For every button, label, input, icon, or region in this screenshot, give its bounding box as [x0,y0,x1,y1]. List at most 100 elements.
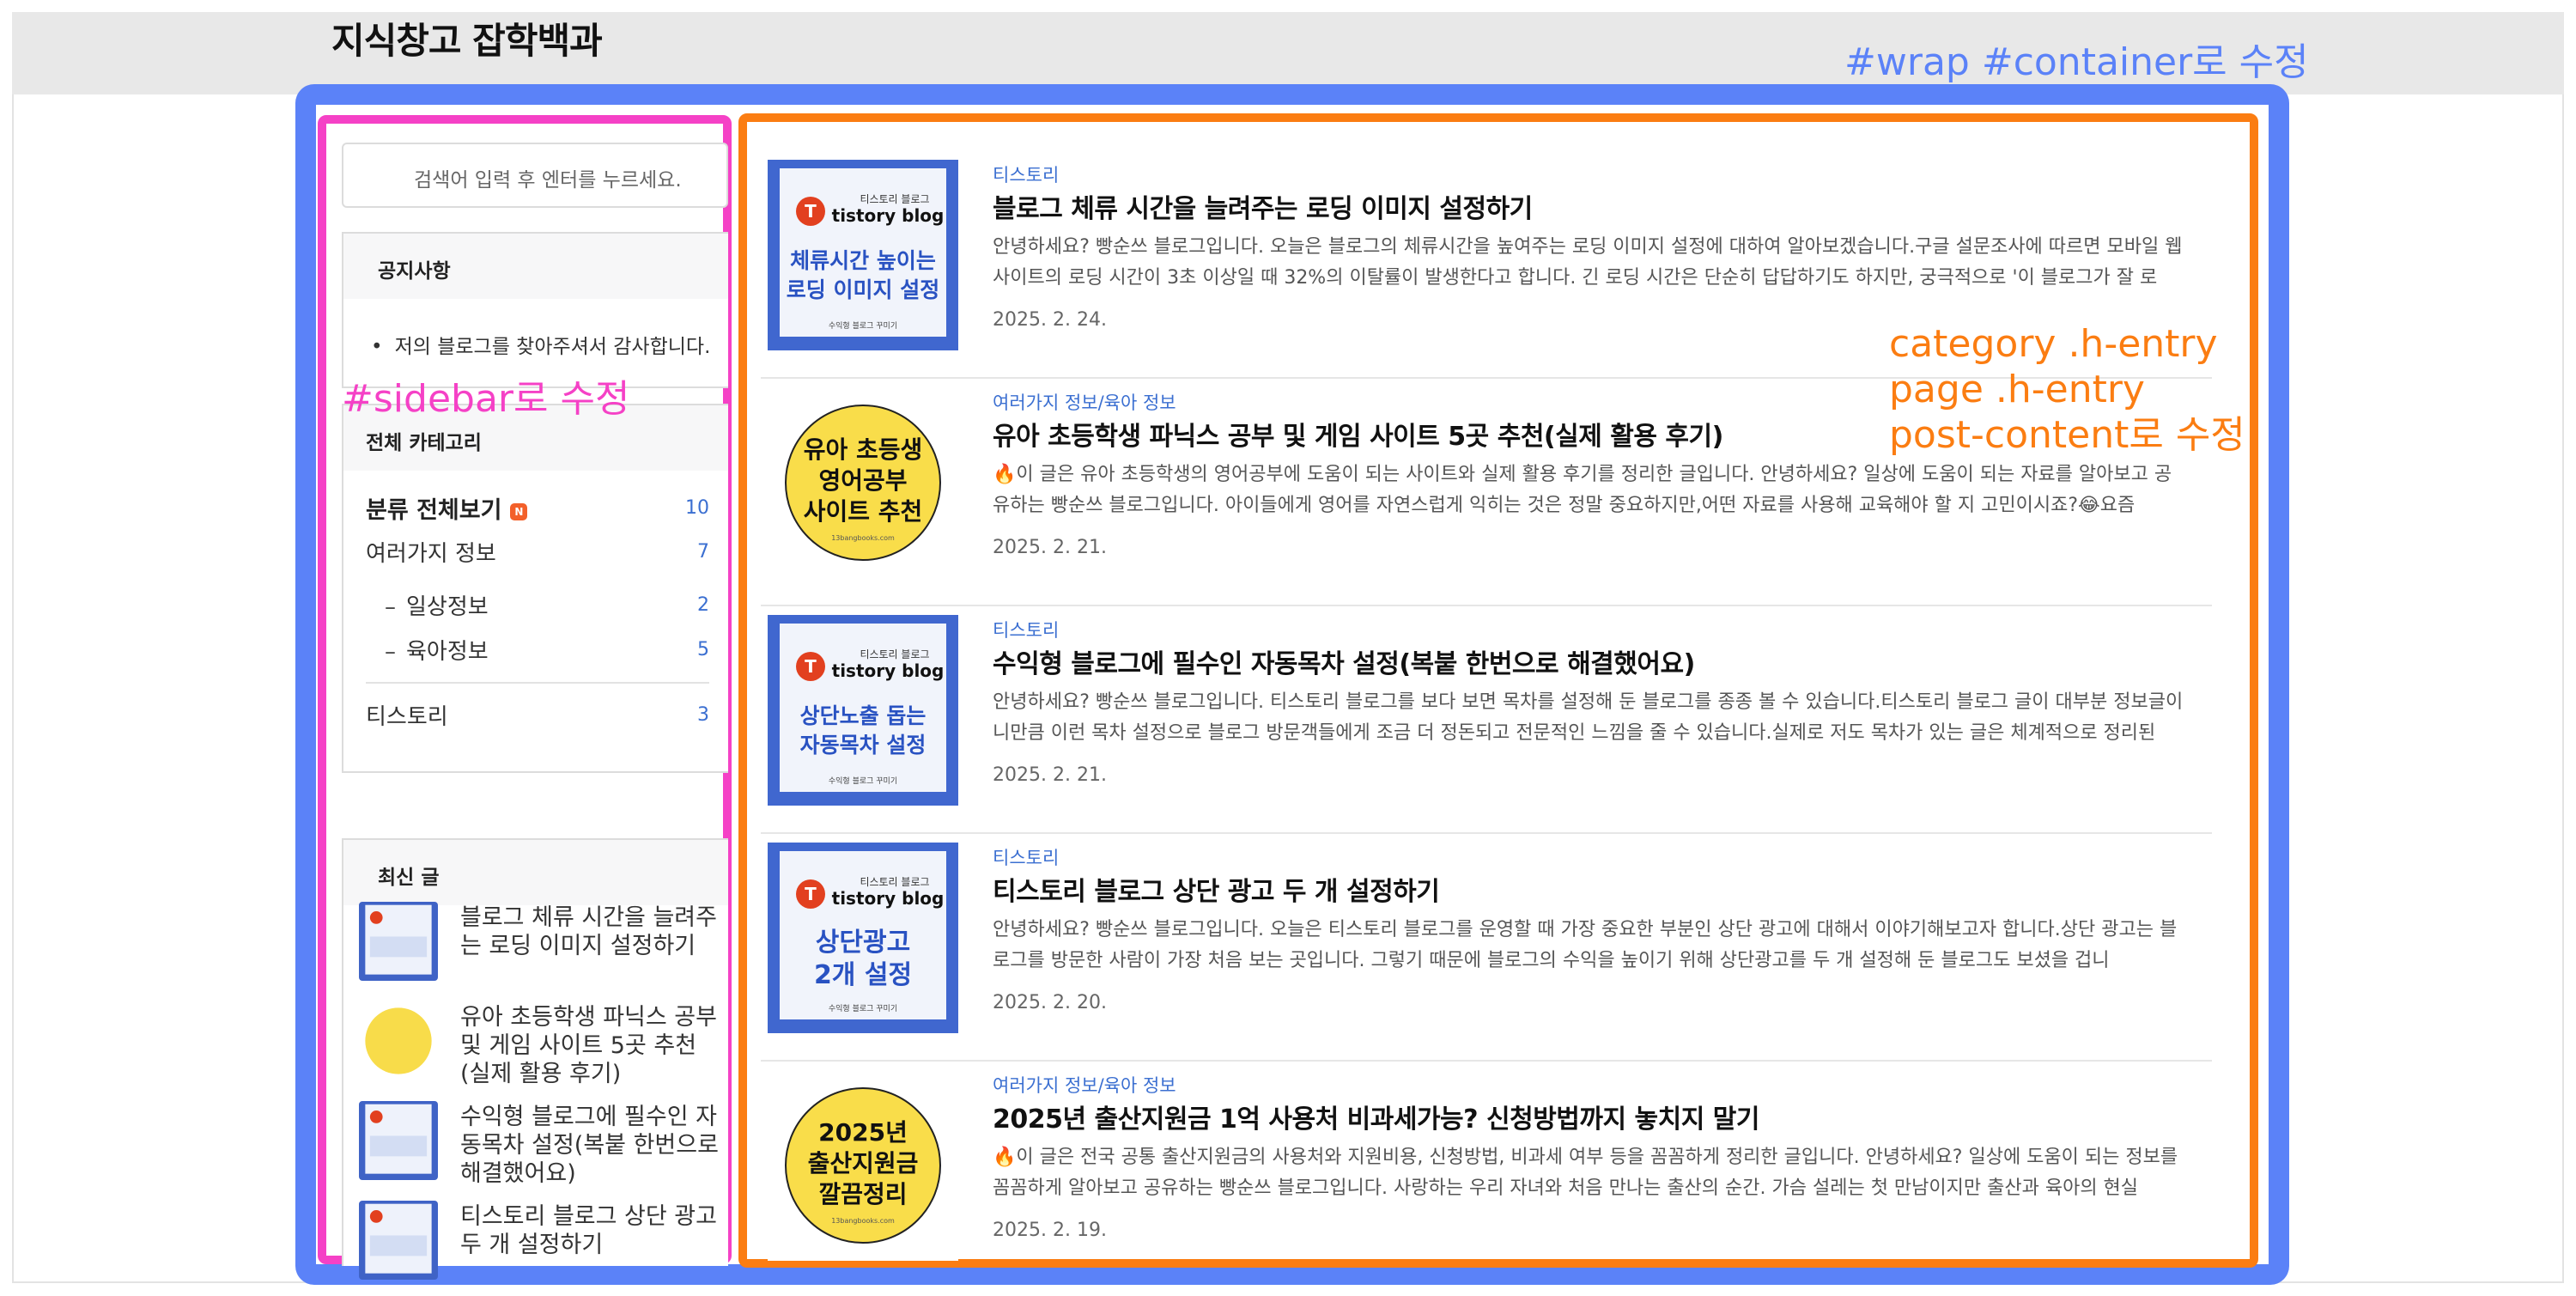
post-date: 2025. 2. 21. [993,537,1107,558]
post-thumbnail[interactable]: T 티스토리 블로그 tistory blog 상단광고 2개 설정 수익형 블… [768,843,958,1033]
category-count: 5 [697,639,709,660]
svg-text:13bangbooks.com: 13bangbooks.com [831,534,895,542]
category-count: 3 [697,704,709,726]
main-annotation-line: category .h-entry [1889,322,2218,366]
recent-post-title: 수익형 블로그에 필수인 자동목차 설정(복붙 한번으로 해결했어요) [460,1104,719,1187]
post-date: 2025. 2. 19. [993,1220,1107,1241]
post-title[interactable]: 블로그 체류 시간을 늘려주는 로딩 이미지 설정하기 [993,187,1533,225]
category-item-parenting-info[interactable]: 육아정보 5 [366,634,709,666]
post-date: 2025. 2. 21. [993,764,1107,786]
recent-post-title: 유아 초등학생 파닉스 공부 및 게임 사이트 5곳 추천(실제 활용 후기) [460,1004,717,1087]
recent-post-item[interactable]: 티스토리 블로그 상단 광고 두 개 설정하기 [359,1201,720,1283]
category-label: 일상정보 [366,589,489,621]
recent-posts-heading: 최신 글 [342,838,728,905]
recent-post-thumbnail [359,1101,438,1180]
category-item-various-info[interactable]: 여러가지 정보 7 [366,536,709,568]
category-item-daily-info[interactable]: 일상정보 2 [366,589,709,621]
tistory-thumbnail-image [359,902,438,981]
new-badge: N [510,502,528,520]
svg-text:수익형 블로그 꾸미기: 수익형 블로그 꾸미기 [829,776,897,786]
post-title[interactable]: 수익형 블로그에 필수인 자동목차 설정(복붙 한번으로 해결했어요) [993,642,1695,680]
svg-text:티스토리 블로그: 티스토리 블로그 [860,876,929,888]
post-category[interactable]: 티스토리 [993,617,1059,642]
tistory-thumbnail-image: T 티스토리 블로그 tistory blog 상단광고 2개 설정 수익형 블… [768,843,958,1033]
svg-text:수익형 블로그 꾸미기: 수익형 블로그 꾸미기 [829,320,897,331]
post-title[interactable]: 유아 초등학생 파닉스 공부 및 게임 사이트 5곳 추천(실제 활용 후기) [993,415,1723,453]
post-title[interactable]: 2025년 출산지원금 1억 사용처 비과세가능? 신청방법까지 놓치지 말기 [993,1098,1759,1135]
svg-text:13bangbooks.com: 13bangbooks.com [831,1217,895,1225]
svg-text:2025년: 2025년 [818,1118,908,1147]
post-summary: 🔥이 글은 전국 공통 출산지원금의 사용처와 지원비용, 신청방법, 비과세 … [993,1147,2178,1199]
tistory-thumbnail-image: T 티스토리 블로그 tistory blog 상단노출 돕는 자동목차 설정 … [768,615,958,806]
category-count: 2 [697,594,709,616]
post-summary: 안녕하세요? 빵순쓰 블로그입니다. 오늘은 티스토리 블로그를 운영할 때 가… [993,919,2178,971]
category-count: 10 [685,497,709,519]
post-entry[interactable]: T 티스토리 블로그 tistory blog 상단노출 돕는 자동목차 설정 … [761,606,2212,834]
post-entry[interactable]: T 티스토리 블로그 tistory blog 상단광고 2개 설정 수익형 블… [761,834,2212,1062]
category-item-all[interactable]: 분류 전체보기 N 10 [366,491,709,525]
tistory-thumbnail-image [359,1201,438,1280]
notice-item[interactable]: 저의 블로그를 찾아주셔서 감사합니다. [371,330,711,359]
yellow-circle-thumbnail-image [359,1001,438,1080]
yellow-circle-thumbnail-image: 유아 초등생 영어공부 사이트 추천 13bangbooks.com [768,387,958,578]
post-category[interactable]: 여러가지 정보/육아 정보 [993,1072,1176,1098]
category-label: 티스토리 [366,704,448,730]
svg-text:티스토리 블로그: 티스토리 블로그 [860,193,929,205]
category-label: 여러가지 정보 [366,541,496,567]
post-thumbnail[interactable]: T 티스토리 블로그 tistory blog 체류시간 높이는 로딩 이미지 … [768,160,958,350]
svg-text:출산지원금: 출산지원금 [808,1149,919,1177]
svg-text:유아 초등생: 유아 초등생 [804,435,923,464]
recent-post-thumbnail [359,1001,438,1080]
svg-text:T: T [805,656,817,677]
category-divider [366,682,709,684]
post-category[interactable]: 여러가지 정보/육아 정보 [993,389,1176,415]
post-thumbnail[interactable]: T 티스토리 블로그 tistory blog 상단노출 돕는 자동목차 설정 … [768,615,958,806]
main-annotation-line: post-content로 수정 [1889,413,2245,457]
wrap-annotation: #wrap #container로 수정 [1844,40,2309,84]
sidebar-annotation: #sidebar로 수정 [342,377,630,421]
svg-text:영어공부: 영어공부 [818,466,907,495]
recent-post-item[interactable]: 수익형 블로그에 필수인 자동목차 설정(복붙 한번으로 해결했어요) [359,1101,720,1187]
post-title[interactable]: 티스토리 블로그 상단 광고 두 개 설정하기 [993,870,1440,908]
post-summary: 🔥이 글은 유아 초등학생의 영어공부에 도움이 되는 사이트와 실제 활용 후… [993,464,2172,516]
svg-text:로딩 이미지 설정: 로딩 이미지 설정 [787,277,939,302]
site-title[interactable]: 지식창고 잡학백과 [331,12,603,64]
recent-post-thumbnail [359,902,438,981]
tistory-thumbnail-image: T 티스토리 블로그 tistory blog 체류시간 높이는 로딩 이미지 … [768,160,958,350]
category-item-tistory[interactable]: 티스토리 3 [366,699,709,731]
svg-text:깔끔정리: 깔끔정리 [818,1180,907,1208]
yellow-circle-thumbnail-image: 2025년 출산지원금 깔끔정리 13bangbooks.com [768,1070,958,1261]
post-entry[interactable]: 2025년 출산지원금 깔끔정리 13bangbooks.com 여러가지 정보… [761,1062,2212,1289]
recent-post-item[interactable]: 블로그 체류 시간을 늘려주는 로딩 이미지 설정하기 [359,902,720,984]
tistory-thumbnail-image [359,1101,438,1180]
post-summary: 안녕하세요? 빵순쓰 블로그입니다. 티스토리 블로그를 보다 보면 목차를 설… [993,691,2184,744]
notice-heading: 공지사항 [342,232,728,299]
recent-post-item[interactable]: 유아 초등학생 파닉스 공부 및 게임 사이트 5곳 추천(실제 활용 후기) [359,1001,720,1087]
post-thumbnail[interactable]: 유아 초등생 영어공부 사이트 추천 13bangbooks.com [768,387,958,578]
svg-text:tistory blog: tistory blog [832,660,945,681]
svg-text:tistory blog: tistory blog [832,888,945,909]
svg-text:상단노출 돕는: 상단노출 돕는 [800,703,927,728]
recent-post-title: 티스토리 블로그 상단 광고 두 개 설정하기 [460,1203,717,1258]
svg-text:상단광고: 상단광고 [816,928,910,958]
post-category[interactable]: 티스토리 [993,844,1059,870]
svg-text:T: T [805,884,817,904]
post-category[interactable]: 티스토리 [993,161,1059,187]
main-annotation-line: page .h-entry [1889,368,2145,411]
svg-text:티스토리 블로그: 티스토리 블로그 [860,648,929,660]
post-thumbnail[interactable]: 2025년 출산지원금 깔끔정리 13bangbooks.com [768,1070,958,1261]
recent-post-title: 블로그 체류 시간을 늘려주는 로딩 이미지 설정하기 [460,904,717,959]
post-date: 2025. 2. 20. [993,992,1107,1013]
svg-text:수익형 블로그 꾸미기: 수익형 블로그 꾸미기 [829,1003,897,1013]
svg-text:T: T [805,201,817,222]
svg-text:자동목차 설정: 자동목차 설정 [800,733,927,758]
svg-text:tistory blog: tistory blog [832,205,945,226]
category-label: 육아정보 [366,634,489,666]
svg-text:체류시간 높이는: 체류시간 높이는 [790,248,936,273]
recent-post-thumbnail [359,1201,438,1280]
category-count: 7 [697,541,709,563]
search-input[interactable]: 검색어 입력 후 엔터를 누르세요. [342,143,728,208]
post-date: 2025. 2. 24. [993,309,1107,331]
category-label: 분류 전체보기 [366,497,502,524]
svg-text:2개 설정: 2개 설정 [814,960,912,990]
